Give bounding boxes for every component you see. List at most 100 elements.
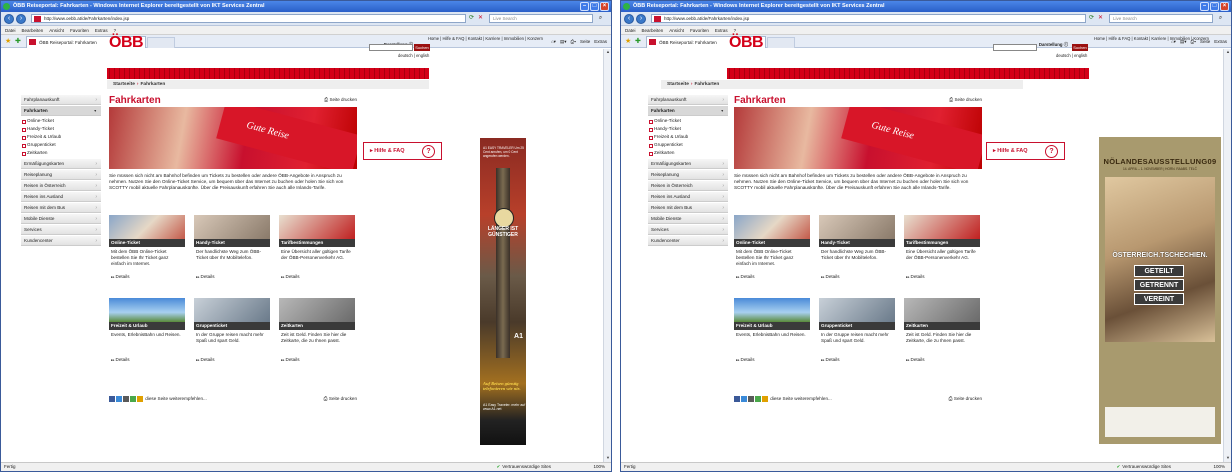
menu-ansicht[interactable]: Ansicht <box>49 26 64 34</box>
vertical-scrollbar[interactable]: ▲ ▼ <box>1223 49 1231 462</box>
details-link[interactable]: Details <box>906 274 925 280</box>
stop-icon[interactable]: ✕ <box>477 15 484 22</box>
menu-extras[interactable]: Extras <box>715 26 728 34</box>
close-button[interactable]: × <box>600 2 609 11</box>
tools-menu[interactable]: Extras <box>594 37 607 46</box>
bookmark-icon[interactable] <box>130 395 136 402</box>
nav-reisen-bus[interactable]: Reisen mit dem Bus <box>21 203 101 213</box>
search-icon[interactable]: ⌕ <box>597 15 604 22</box>
twitter-icon[interactable] <box>741 395 747 402</box>
tile-handy-ticket[interactable]: Handy-Ticket Der handlichste Weg zum ÖBB-… <box>819 215 895 290</box>
zoom-level[interactable]: 100% <box>1213 463 1225 471</box>
tile-gruppenticket[interactable]: Gruppenticket In der Gruppe reisen macht … <box>194 298 270 373</box>
nav-reiseplanung[interactable]: Reiseplanung <box>648 170 728 180</box>
menu-help[interactable]: ? <box>114 26 117 34</box>
nav-reisen-bus[interactable]: Reisen mit dem Bus <box>648 203 728 213</box>
tile-handy-ticket[interactable]: Handy-Ticket Der handlichste Weg zum ÖBB-… <box>194 215 270 290</box>
nav-fahrkarten[interactable]: Fahrkarten <box>648 106 728 116</box>
details-link[interactable]: Details <box>281 274 300 280</box>
oebb-logo[interactable]: ÖBB <box>729 34 764 52</box>
nav-fahrkarten[interactable]: Fahrkarten <box>21 106 101 116</box>
nav-ermaessigungskarten[interactable]: Ermäßigungskarten <box>648 159 728 169</box>
site-search-input[interactable] <box>993 44 1037 51</box>
print-link[interactable]: Seite drucken <box>949 97 982 103</box>
new-tab-button[interactable] <box>147 37 175 48</box>
maximize-button[interactable]: □ <box>590 2 599 11</box>
home-icon[interactable]: ⌂▾ <box>551 37 556 46</box>
details-link[interactable]: Details <box>196 274 215 280</box>
tile-tarifbestimmungen[interactable]: Tarifbestimmungen Eine Übersicht aller gü… <box>904 215 980 290</box>
nav-mobile-dienste[interactable]: Mobile Dienste <box>648 214 728 224</box>
facebook-icon[interactable] <box>734 395 740 402</box>
breadcrumb-startseite[interactable]: Startseite <box>113 82 135 87</box>
oebb-logo[interactable]: ÖBB <box>109 34 144 52</box>
twitter-icon[interactable] <box>116 395 122 402</box>
recommend-link[interactable]: diese Seite weiterempfehlen... <box>770 396 832 401</box>
top-links[interactable]: Home | Hilfe & FAQ | Kontakt | Karriere … <box>1094 36 1209 41</box>
hilfe-faq-box[interactable]: ▸ Hilfe & FAQ? <box>986 142 1065 160</box>
print-link-bottom[interactable]: Seite drucken <box>324 395 357 403</box>
tile-freizeit[interactable]: Freizeit & Urlaub Events, ErlebnisBahn un… <box>734 298 810 373</box>
nav-reisen-ausland[interactable]: Reisen ins Ausland <box>21 192 101 202</box>
details-link[interactable]: Details <box>821 357 840 363</box>
nav-kundencenter[interactable]: Kundencenter <box>21 236 101 246</box>
refresh-icon[interactable]: ⟳ <box>1088 15 1095 22</box>
forward-icon[interactable]: › <box>636 14 646 24</box>
subnav-online-ticket[interactable]: Online-Ticket <box>648 117 728 125</box>
add-favorite-icon[interactable]: ✚ <box>15 37 21 45</box>
tile-zeitkarten[interactable]: Zeitkarten Zeit ist Geld. Finden Sie hier… <box>904 298 980 373</box>
print-link-bottom[interactable]: Seite drucken <box>949 395 982 403</box>
menu-datei[interactable]: Datei <box>5 26 16 34</box>
favorites-star-icon[interactable]: ★ <box>5 37 11 45</box>
nav-ermaessigungskarten[interactable]: Ermäßigungskarten <box>21 159 101 169</box>
nav-reisen-ausland[interactable]: Reisen ins Ausland <box>648 192 728 202</box>
language-switch[interactable]: deutsch | english <box>1056 53 1087 58</box>
menu-help[interactable]: ? <box>734 26 737 34</box>
minimize-button[interactable]: – <box>1200 2 1209 11</box>
tile-online-ticket[interactable]: Online-Ticket Mit dem ÖBB Online-Ticket b… <box>109 215 185 290</box>
nav-fahrplanauskunft[interactable]: Fahrplanauskunft <box>21 95 101 105</box>
tile-freizeit[interactable]: Freizeit & Urlaub Events, ErlebnisBahn un… <box>109 298 185 373</box>
scroll-up-icon[interactable]: ▲ <box>1225 49 1231 56</box>
subnav-zeitkarten[interactable]: Zeitkarten <box>21 149 101 157</box>
security-zone[interactable]: Vertrauenswürdige Sites <box>1116 463 1171 471</box>
menu-favoriten[interactable]: Favoriten <box>690 26 709 34</box>
details-link[interactable]: Details <box>736 274 755 280</box>
tile-tarifbestimmungen[interactable]: Tarifbestimmungen Eine Übersicht aller gü… <box>279 215 355 290</box>
tools-menu[interactable]: Extras <box>1214 37 1227 46</box>
tile-zeitkarten[interactable]: Zeitkarten Zeit ist Geld. Finden Sie hier… <box>279 298 355 373</box>
language-switch[interactable]: deutsch | english <box>398 53 429 58</box>
tile-online-ticket[interactable]: Online-Ticket Mit dem ÖBB Online-Ticket b… <box>734 215 810 290</box>
print-link[interactable]: Seite drucken <box>324 97 357 103</box>
details-link[interactable]: Details <box>906 357 925 363</box>
subnav-handy-ticket[interactable]: Handy-Ticket <box>648 125 728 133</box>
email-icon[interactable] <box>748 395 754 402</box>
site-search-input[interactable] <box>369 44 413 51</box>
subnav-freizeit[interactable]: Freizeit & Urlaub <box>21 133 101 141</box>
search-input[interactable]: Live Search <box>1109 14 1213 23</box>
subnav-zeitkarten[interactable]: Zeitkarten <box>648 149 728 157</box>
email-icon[interactable] <box>123 395 129 402</box>
nav-reisen-oesterreich[interactable]: Reisen in Österreich <box>648 181 728 191</box>
minimize-button[interactable]: – <box>580 2 589 11</box>
subnav-online-ticket[interactable]: Online-Ticket <box>21 117 101 125</box>
details-link[interactable]: Details <box>111 274 130 280</box>
noe-landesausstellung-ad[interactable]: NÖLANDESAUSSTELLUNG09 14. APRIL – 1. NOV… <box>1099 137 1221 444</box>
stop-icon[interactable]: ✕ <box>1097 15 1104 22</box>
details-link[interactable]: Details <box>736 357 755 363</box>
add-favorite-icon[interactable]: ✚ <box>635 37 641 45</box>
close-button[interactable]: × <box>1220 2 1229 11</box>
maximize-button[interactable]: □ <box>1210 2 1219 11</box>
top-links[interactable]: Home | Hilfe & FAQ | Kontakt | Karriere … <box>428 36 543 41</box>
zoom-level[interactable]: 100% <box>593 463 605 471</box>
menu-extras[interactable]: Extras <box>95 26 108 34</box>
nav-reisen-oesterreich[interactable]: Reisen in Österreich <box>21 181 101 191</box>
details-link[interactable]: Details <box>821 274 840 280</box>
search-input[interactable]: Live Search <box>489 14 593 23</box>
address-bar[interactable]: http://www.oebb.at/de/Fahrkarten/index.j… <box>31 14 466 23</box>
search-button[interactable]: Suchen <box>1072 44 1088 51</box>
recommend-link[interactable]: diese Seite weiterempfehlen... <box>145 396 207 401</box>
scroll-up-icon[interactable]: ▲ <box>605 49 611 56</box>
facebook-icon[interactable] <box>109 395 115 402</box>
nav-services[interactable]: Services <box>648 225 728 235</box>
